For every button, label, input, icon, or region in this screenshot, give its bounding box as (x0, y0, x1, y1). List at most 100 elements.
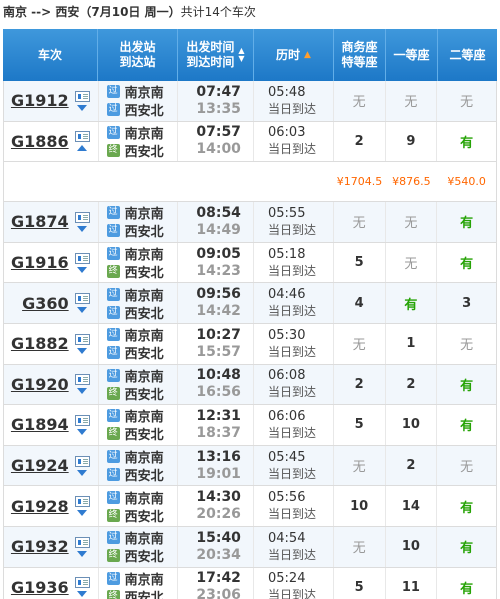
expand-arrow-icon[interactable] (77, 388, 88, 395)
train-number-link[interactable]: G1928 (11, 497, 69, 516)
expand-arrow-icon[interactable] (77, 104, 88, 111)
date-text: （7月10日 周一） (79, 5, 181, 19)
train-number-link[interactable]: G1920 (11, 375, 69, 394)
train-detail-icon[interactable] (74, 90, 90, 102)
expand-arrow-icon[interactable] (77, 266, 88, 273)
expand-arrow-icon[interactable] (77, 591, 88, 598)
expand-arrow-icon[interactable] (77, 510, 88, 517)
train-number-link[interactable]: G1874 (11, 212, 69, 231)
pass-station-badge: 过 (106, 450, 120, 464)
first-class-seat-count[interactable]: 10 (386, 526, 438, 567)
arrival-time: 23:06 (196, 587, 241, 599)
train-detail-icon[interactable] (74, 455, 90, 467)
first-class-seat-count[interactable]: 无 (386, 242, 438, 283)
expand-arrow-icon[interactable] (77, 428, 88, 435)
train-icon-group (74, 374, 90, 395)
duration-value: 04:54 (268, 530, 306, 546)
train-number-link[interactable]: G360 (22, 294, 69, 313)
second-class-seat-count[interactable]: 有 (437, 486, 496, 526)
second-class-seat-count[interactable]: 有 (437, 568, 496, 599)
business-seat-count[interactable]: 无 (334, 445, 386, 486)
duration-cell: 06:06 当日到达 (254, 405, 334, 445)
sort-asc-icon[interactable]: ▲ (304, 48, 311, 63)
table-row: G1932 过南京南终西安北 15:40 20:34 04:54 当日到达无 10 有 (3, 526, 497, 568)
train-detail-icon[interactable] (74, 211, 90, 223)
first-class-seat-count[interactable]: 9 (386, 121, 438, 162)
time-cell: 15:40 20:34 (178, 526, 254, 567)
time-cell: 13:16 19:01 (178, 445, 254, 486)
second-class-seat-count[interactable]: 有 (437, 527, 496, 567)
first-class-seat-count[interactable]: 1 (386, 323, 438, 364)
train-number-link[interactable]: G1912 (11, 91, 69, 110)
first-class-seat-count[interactable]: 有 (386, 283, 438, 323)
arrival-day-note: 当日到达 (268, 588, 317, 599)
second-class-seat-count[interactable]: 有 (437, 122, 496, 162)
business-seat-count[interactable]: 无 (334, 526, 386, 567)
business-seat-count[interactable]: 无 (334, 81, 386, 121)
price-row: ¥1704.5 ¥876.5 ¥540.0 (3, 162, 497, 203)
second-class-seat-count[interactable]: 3 (437, 283, 496, 323)
business-seat-count[interactable]: 10 (334, 486, 386, 526)
header-duration-sort[interactable]: 历时 ▲ (254, 29, 334, 81)
train-number-link[interactable]: G1924 (11, 456, 69, 475)
terminal-station-badge: 终 (106, 589, 120, 599)
business-seat-count[interactable]: 2 (334, 121, 386, 162)
second-class-seat-count[interactable]: 有 (437, 405, 496, 445)
expand-arrow-icon[interactable] (77, 225, 88, 232)
train-cell: G1928 (4, 486, 99, 526)
train-detail-icon[interactable] (74, 414, 90, 426)
sort-toggle-icon[interactable]: ▲ ▼ (238, 47, 244, 63)
second-class-price: ¥540.0 (447, 175, 486, 189)
train-detail-icon[interactable] (74, 293, 90, 305)
header-time-sort[interactable]: 出发时间 到达时间 ▲ ▼ (178, 29, 254, 81)
station-cell: 过南京南终西安北 (99, 567, 179, 599)
departure-station: 南京南 (124, 369, 164, 385)
train-number-link[interactable]: G1932 (11, 537, 69, 556)
train-detail-icon[interactable] (74, 252, 90, 264)
first-class-seat-count[interactable]: 14 (386, 486, 438, 526)
arrival-station: 西安北 (124, 550, 164, 566)
second-class-seat-count[interactable]: 无 (437, 446, 496, 486)
business-seat-count[interactable]: 无 (334, 323, 386, 364)
train-icon-group (74, 455, 90, 476)
first-class-seat-count[interactable]: 无 (386, 202, 438, 242)
pass-station-badge: 过 (106, 328, 120, 342)
expand-arrow-icon[interactable] (77, 469, 88, 476)
train-cell: G1882 (4, 323, 99, 364)
train-detail-icon[interactable] (74, 131, 90, 143)
collapse-arrow-icon[interactable] (77, 145, 88, 152)
train-detail-icon[interactable] (74, 577, 90, 589)
expand-arrow-icon[interactable] (77, 347, 88, 354)
train-detail-icon[interactable] (74, 536, 90, 548)
train-detail-icon[interactable] (74, 333, 90, 345)
expand-arrow-icon[interactable] (77, 307, 88, 314)
second-class-seat-count[interactable]: 有 (437, 243, 496, 283)
train-detail-icon[interactable] (74, 496, 90, 508)
train-number-link[interactable]: G1916 (11, 253, 69, 272)
duration-value: 05:18 (268, 246, 306, 262)
arrival-station: 西安北 (124, 306, 164, 322)
header-dep-time-label: 出发时间 (186, 40, 235, 54)
train-number-link[interactable]: G1886 (11, 132, 69, 151)
business-seat-count[interactable]: 4 (334, 283, 386, 323)
first-class-seat-count[interactable]: 11 (386, 567, 438, 599)
train-detail-icon[interactable] (74, 374, 90, 386)
first-class-seat-count[interactable]: 2 (386, 364, 438, 405)
expand-arrow-icon[interactable] (77, 550, 88, 557)
business-seat-count[interactable]: 5 (334, 567, 386, 599)
first-class-seat-count[interactable]: 2 (386, 445, 438, 486)
business-seat-count[interactable]: 5 (334, 242, 386, 283)
business-seat-count[interactable]: 2 (334, 364, 386, 405)
second-class-seat-count[interactable]: 有 (437, 365, 496, 405)
first-class-seat-count[interactable]: 10 (386, 405, 438, 445)
business-seat-count[interactable]: 5 (334, 405, 386, 445)
second-class-seat-count[interactable]: 有 (437, 202, 496, 242)
train-number-link[interactable]: G1936 (11, 578, 69, 597)
second-class-seat-count[interactable]: 无 (437, 324, 496, 364)
first-class-seat-count[interactable]: 无 (386, 81, 438, 121)
business-seat-count[interactable]: 无 (334, 202, 386, 242)
train-number-link[interactable]: G1882 (11, 334, 69, 353)
pass-station-badge: 过 (106, 206, 120, 220)
second-class-seat-count[interactable]: 无 (437, 81, 496, 121)
train-number-link[interactable]: G1894 (11, 415, 69, 434)
